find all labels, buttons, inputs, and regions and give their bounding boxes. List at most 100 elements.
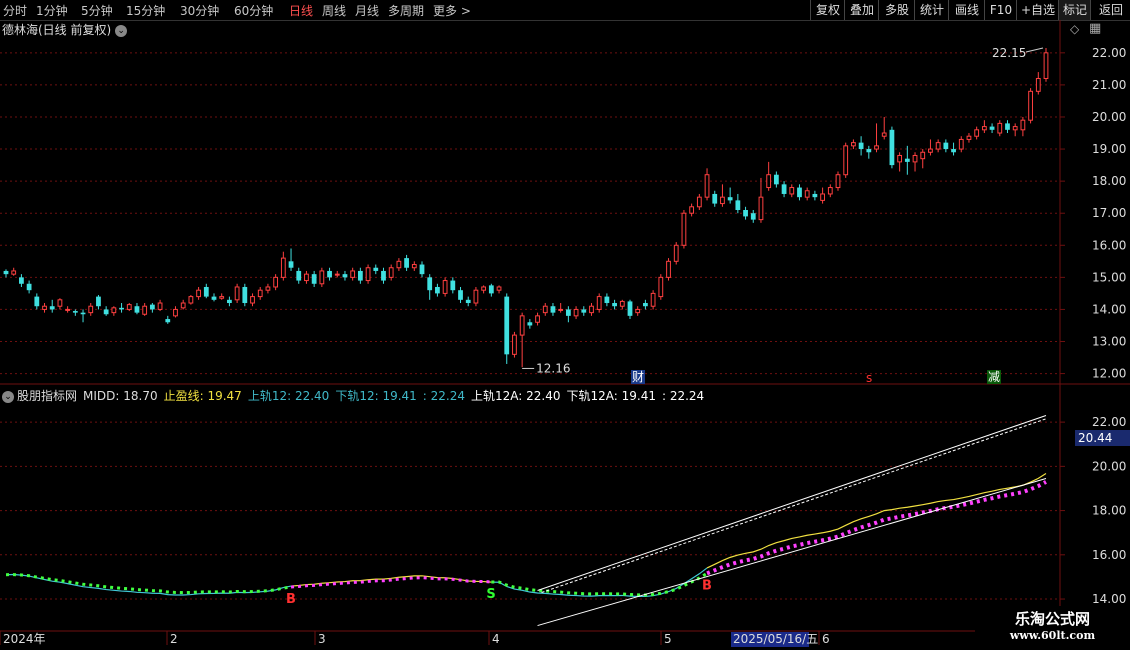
buy-mark-1: B [286, 592, 296, 607]
price-tick-label: 22.00 [1092, 46, 1126, 60]
candle-body [912, 154, 918, 163]
candle-body [889, 129, 895, 166]
candle-body [357, 270, 363, 281]
candle-body [797, 187, 802, 198]
indicator-tick-label: 16.00 [1092, 548, 1126, 562]
candle-body [72, 311, 78, 313]
candle-body [458, 290, 463, 300]
candle-body [234, 286, 240, 301]
candle-body [111, 307, 117, 314]
date-label: 6 [822, 632, 830, 646]
upper12a-value: 上轨12A: 22.40 [471, 389, 561, 403]
candle-body [196, 289, 201, 298]
candle-body [542, 305, 548, 314]
candle-body [481, 286, 487, 291]
sell-mark-1: S [486, 587, 495, 602]
candle-body [488, 285, 494, 294]
candle-body [304, 273, 309, 282]
candle-body [11, 270, 17, 275]
candle-body [373, 267, 379, 271]
candle-body [142, 305, 148, 315]
grid-icon[interactable]: ▦ [1089, 21, 1101, 36]
candle-body [897, 154, 903, 163]
candle-body [411, 264, 417, 269]
candle-body [173, 308, 178, 317]
candle-body [1035, 77, 1041, 92]
indicator-header: ⌄ 股朋指标网 MIDD: 18.70 止盈线: 19.47 上轨12: 22.40 下轨… [2, 387, 710, 404]
candle-body [419, 264, 425, 275]
upper-ray-dashed [541, 418, 1047, 594]
candle-body [450, 280, 456, 291]
kline-chart: B S B 22.00 21.00 20.00 19.00 18.00 17.00 16.00 1… [0, 20, 1130, 647]
val2: : 22.24 [661, 389, 705, 403]
candle-body [735, 200, 741, 210]
candle-body [1028, 90, 1033, 121]
candle-body [126, 304, 132, 310]
candle-body [581, 309, 587, 313]
stock-title: 德林海(日线 前复权) [2, 23, 112, 37]
dotted-magenta-1 [290, 576, 492, 589]
date-label: 2 [170, 632, 178, 646]
candle-body [612, 303, 617, 307]
cai-mark: 财 [632, 370, 644, 384]
candle-body [643, 303, 648, 307]
candle-body [134, 306, 140, 313]
candle-body [974, 129, 980, 137]
candle-body [966, 135, 972, 140]
candle-body [565, 309, 571, 316]
lower12a-value: 下轨12A: 19.41 [566, 389, 656, 403]
high-annotation: 22.15 [992, 46, 1026, 60]
candle-body [1020, 119, 1026, 131]
candle-body [388, 267, 394, 278]
diamond-icon[interactable]: ◇ [1070, 22, 1079, 36]
candle-body [1012, 126, 1018, 131]
price-tick-label: 18.00 [1092, 174, 1126, 188]
candle-body [704, 174, 710, 198]
candle-body [319, 270, 325, 285]
candle-body [311, 274, 317, 284]
candle-body [619, 300, 625, 307]
candle-body [365, 267, 371, 282]
candle-body [350, 270, 356, 278]
candle-body [558, 308, 564, 311]
indicator-chevron-icon[interactable]: ⌄ [2, 390, 14, 403]
indicator-name[interactable]: 股朋指标网 [17, 389, 77, 403]
candle-body [396, 260, 402, 269]
lower-ray [537, 478, 1047, 627]
price-tick-label: 21.00 [1092, 78, 1126, 92]
candle-body [766, 174, 772, 189]
candle-body [573, 308, 579, 317]
candle-body [727, 197, 733, 201]
candle-body [227, 299, 232, 304]
candle-body [512, 334, 517, 355]
candle-body [673, 244, 679, 262]
candle-body [49, 306, 55, 310]
candle-body [681, 212, 687, 246]
upper-ray [537, 415, 1047, 592]
candle-body [843, 145, 849, 176]
candle-body [103, 309, 109, 315]
candle-body [743, 210, 748, 217]
candle-body [812, 193, 818, 198]
indicator-tick-label: 18.00 [1092, 504, 1126, 518]
date-label: 5 [664, 632, 672, 646]
candle-body [550, 306, 556, 313]
candle-body [165, 319, 171, 323]
date-label: 4 [492, 632, 500, 646]
buy-mark-2: B [702, 578, 712, 593]
candle-body [265, 286, 271, 291]
chevron-down-icon[interactable]: ⌄ [115, 24, 128, 37]
jian-mark: 减 [988, 370, 1000, 384]
candle-body [981, 126, 987, 131]
candle-body [80, 312, 86, 315]
candle-body [935, 142, 941, 150]
candle-body [280, 257, 286, 278]
last-value-badge: 20.44 [1075, 430, 1130, 446]
indicator-tick-label: 14.00 [1092, 592, 1126, 606]
candle-body [527, 322, 533, 326]
candle-body [188, 296, 194, 304]
price-tick-label: 16.00 [1092, 238, 1126, 252]
candle-body [157, 302, 163, 310]
candle-body [211, 296, 217, 300]
candle-body [712, 193, 718, 204]
